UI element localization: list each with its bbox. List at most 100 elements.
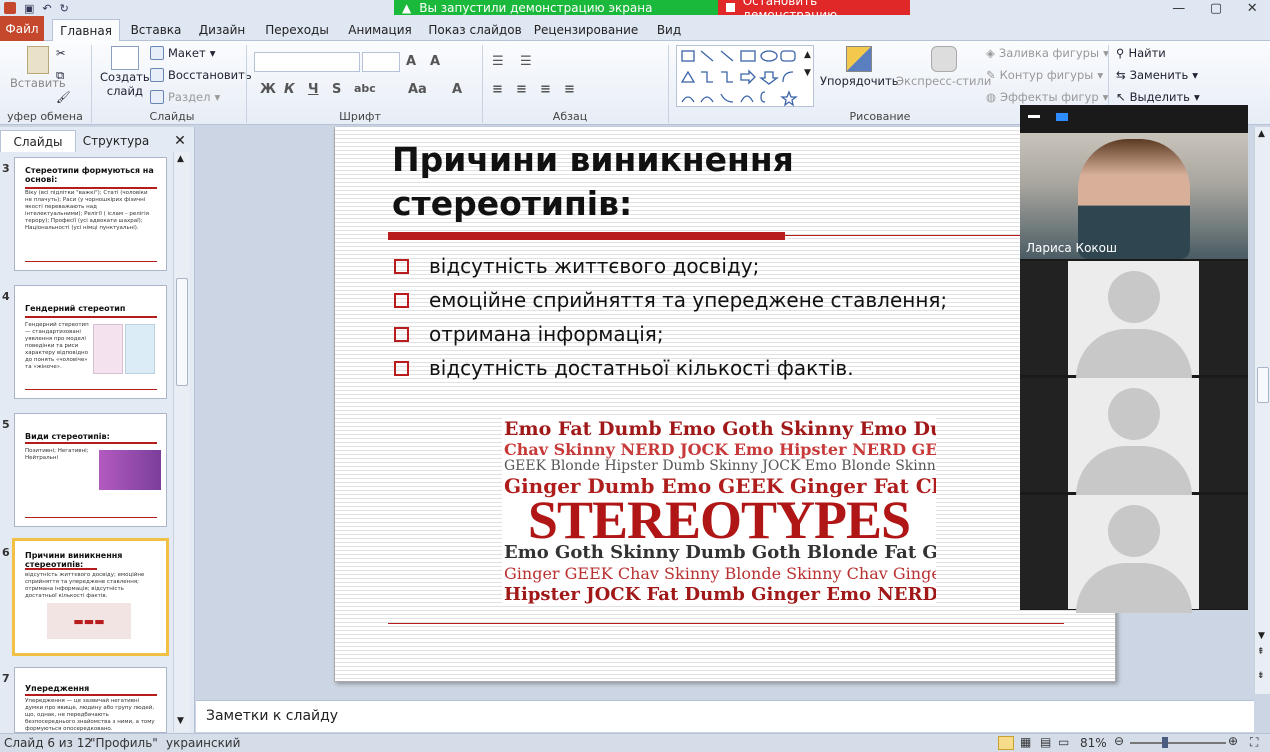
slideshow-view-icon[interactable]: ▭: [1058, 735, 1069, 749]
save-icon[interactable]: ▣: [24, 2, 34, 15]
shape-outline-button[interactable]: ✎ Контур фигуры ▾: [986, 68, 1103, 82]
video-tile-participant[interactable]: [1020, 378, 1248, 496]
tab-animation[interactable]: Анимация: [344, 19, 416, 41]
video-view-icon[interactable]: [1056, 113, 1068, 121]
pane-close-icon[interactable]: ✕: [170, 130, 190, 152]
next-slide-icon[interactable]: ⇟: [1257, 671, 1265, 681]
editor-scrollbar[interactable]: ▲ ▼ ⇞ ⇟: [1254, 127, 1270, 694]
zoom-level[interactable]: 81%: [1080, 736, 1107, 750]
shrink-font-icon[interactable]: A: [430, 54, 440, 69]
thumb-title: Причини виникнення стереотипів:: [25, 551, 123, 569]
video-tile-speaker[interactable]: Лариса Кокош: [1020, 133, 1248, 259]
align-center-icon[interactable]: ≡: [516, 82, 527, 97]
font-color-icon[interactable]: Aa: [408, 82, 427, 97]
new-slide-label-2: слайд: [106, 84, 143, 98]
underline-icon[interactable]: Ч: [308, 82, 319, 97]
app-icon[interactable]: [4, 2, 16, 14]
gallery-down-icon[interactable]: ▼: [804, 68, 811, 78]
section-button[interactable]: Раздел ▾: [150, 90, 220, 104]
tab-file[interactable]: Файл: [0, 16, 44, 41]
fit-to-window-icon[interactable]: ⛶: [1250, 735, 1258, 750]
tab-design[interactable]: Дизайн: [194, 19, 250, 41]
language[interactable]: украинский: [166, 736, 240, 750]
cloud-row: Ginger GEEK Chav Skinny Blonde Skinny Ch…: [504, 564, 936, 583]
find-button[interactable]: ⚲ Найти: [1116, 46, 1166, 60]
notes-area[interactable]: Заметки к слайду: [196, 700, 1254, 732]
bullets-icon[interactable]: ☰: [492, 54, 504, 69]
tab-outline-pane[interactable]: Структура: [76, 130, 156, 152]
undo-icon[interactable]: ↶: [42, 2, 51, 15]
tab-insert[interactable]: Вставка: [124, 19, 188, 41]
shape-effects-button[interactable]: ◍ Эффекты фигур ▾: [986, 90, 1108, 104]
sorter-view-icon[interactable]: ▦: [1020, 735, 1031, 749]
italic-icon[interactable]: К: [284, 82, 295, 97]
bullet-item[interactable]: емоційне сприйняття та упереджене ставле…: [394, 288, 1018, 312]
tab-transitions[interactable]: Переходы: [262, 19, 332, 41]
tab-view[interactable]: Вид: [650, 19, 688, 41]
bullet-item[interactable]: відсутність життєвого досвіду;: [394, 254, 759, 278]
close-icon[interactable]: ✕: [1247, 1, 1258, 16]
share-status-icon: ▲: [402, 0, 412, 15]
shape-outline-label: Контур фигуры: [999, 68, 1094, 82]
numbering-icon[interactable]: ☰: [520, 54, 532, 69]
scroll-thumb[interactable]: [1257, 367, 1269, 403]
video-tile-participant[interactable]: [1020, 495, 1248, 613]
zoom-in-icon[interactable]: ⊕: [1228, 734, 1238, 748]
zoom-out-icon[interactable]: ⊖: [1114, 734, 1124, 748]
video-minimize-icon[interactable]: [1028, 115, 1040, 118]
shape-fill-button[interactable]: ◈ Заливка фигуры ▾: [986, 46, 1109, 60]
cut-icon[interactable]: ✂: [56, 46, 66, 60]
clear-format-icon[interactable]: A: [452, 82, 462, 97]
slide-thumbnail-4[interactable]: Гендерний стереотип Гендерний стереотип …: [14, 285, 167, 399]
slide-thumbnail-6[interactable]: Причини виникнення стереотипів: відсутні…: [12, 538, 169, 656]
arrange-button[interactable]: Упорядочить: [820, 46, 899, 88]
slide-thumbnail-7[interactable]: Упередження Упередження — це зазвичай не…: [14, 667, 167, 733]
scroll-thumb[interactable]: [176, 278, 188, 386]
quick-styles-button[interactable]: Экспресс-стили: [896, 46, 991, 88]
stereotypes-word-cloud[interactable]: Emo Fat Dumb Emo Goth Skinny Emo Dumb Ch…: [502, 418, 936, 606]
tab-review[interactable]: Рецензирование: [534, 19, 639, 41]
redo-icon[interactable]: ↻: [60, 2, 69, 15]
replace-button[interactable]: ⇆ Заменить ▾: [1116, 68, 1198, 82]
reading-view-icon[interactable]: ▤: [1040, 735, 1051, 749]
tab-home[interactable]: Главная: [52, 19, 120, 42]
scroll-up-icon[interactable]: ▲: [177, 154, 184, 164]
tab-slides-pane[interactable]: Слайды: [0, 130, 76, 152]
scroll-up-icon[interactable]: ▲: [1258, 129, 1265, 139]
align-right-icon[interactable]: ≡: [540, 82, 551, 97]
slide-title[interactable]: Причини виникнення стереотипів:: [392, 138, 952, 226]
prev-slide-icon[interactable]: ⇞: [1257, 647, 1265, 657]
select-button[interactable]: ↖ Выделить ▾: [1116, 90, 1200, 104]
justify-icon[interactable]: ≡: [564, 82, 575, 97]
align-left-icon[interactable]: ≡: [492, 82, 503, 97]
slide-thumbnail-5[interactable]: Види стереотипів: Позитивні; Негативні; …: [14, 413, 167, 527]
normal-view-icon[interactable]: [998, 736, 1014, 750]
video-tile-participant[interactable]: [1020, 261, 1248, 379]
tab-slideshow[interactable]: Показ слайдов: [426, 19, 524, 41]
shapes-gallery[interactable]: [676, 45, 814, 107]
pane-scrollbar[interactable]: ▲ ▼: [173, 152, 190, 732]
font-name-combo[interactable]: [254, 52, 360, 72]
maximize-icon[interactable]: ▢: [1210, 1, 1222, 16]
bullet-item[interactable]: відсутність достатньої кількості фактів.: [394, 356, 854, 380]
new-slide-icon: [110, 46, 139, 70]
stop-share-button[interactable]: Остановить демонстрацию: [718, 0, 910, 22]
new-slide-button[interactable]: Создать слайд: [100, 46, 150, 98]
shadow-icon[interactable]: S: [332, 82, 341, 97]
format-painter-icon[interactable]: 🖌: [56, 90, 71, 104]
scroll-down-icon[interactable]: ▼: [1258, 631, 1265, 641]
strikethrough-icon[interactable]: abc: [354, 82, 376, 95]
gallery-up-icon[interactable]: ▲: [804, 50, 811, 60]
layout-button[interactable]: Макет ▾: [150, 46, 215, 60]
scroll-down-icon[interactable]: ▼: [177, 716, 184, 726]
bullet-item[interactable]: отримана інформація;: [394, 322, 664, 346]
minimize-icon[interactable]: —: [1172, 1, 1185, 16]
zoom-slider[interactable]: [1130, 742, 1226, 744]
zoom-slider-thumb[interactable]: [1162, 737, 1168, 748]
slide-thumbnail-3[interactable]: Стереотипи формуються на основі: Віку (в…: [14, 157, 167, 271]
reset-button[interactable]: Восстановить: [150, 68, 252, 82]
copy-icon[interactable]: ⧉: [56, 68, 64, 83]
bold-icon[interactable]: Ж: [260, 82, 276, 97]
grow-font-icon[interactable]: A: [406, 54, 416, 69]
font-size-combo[interactable]: [362, 52, 400, 72]
